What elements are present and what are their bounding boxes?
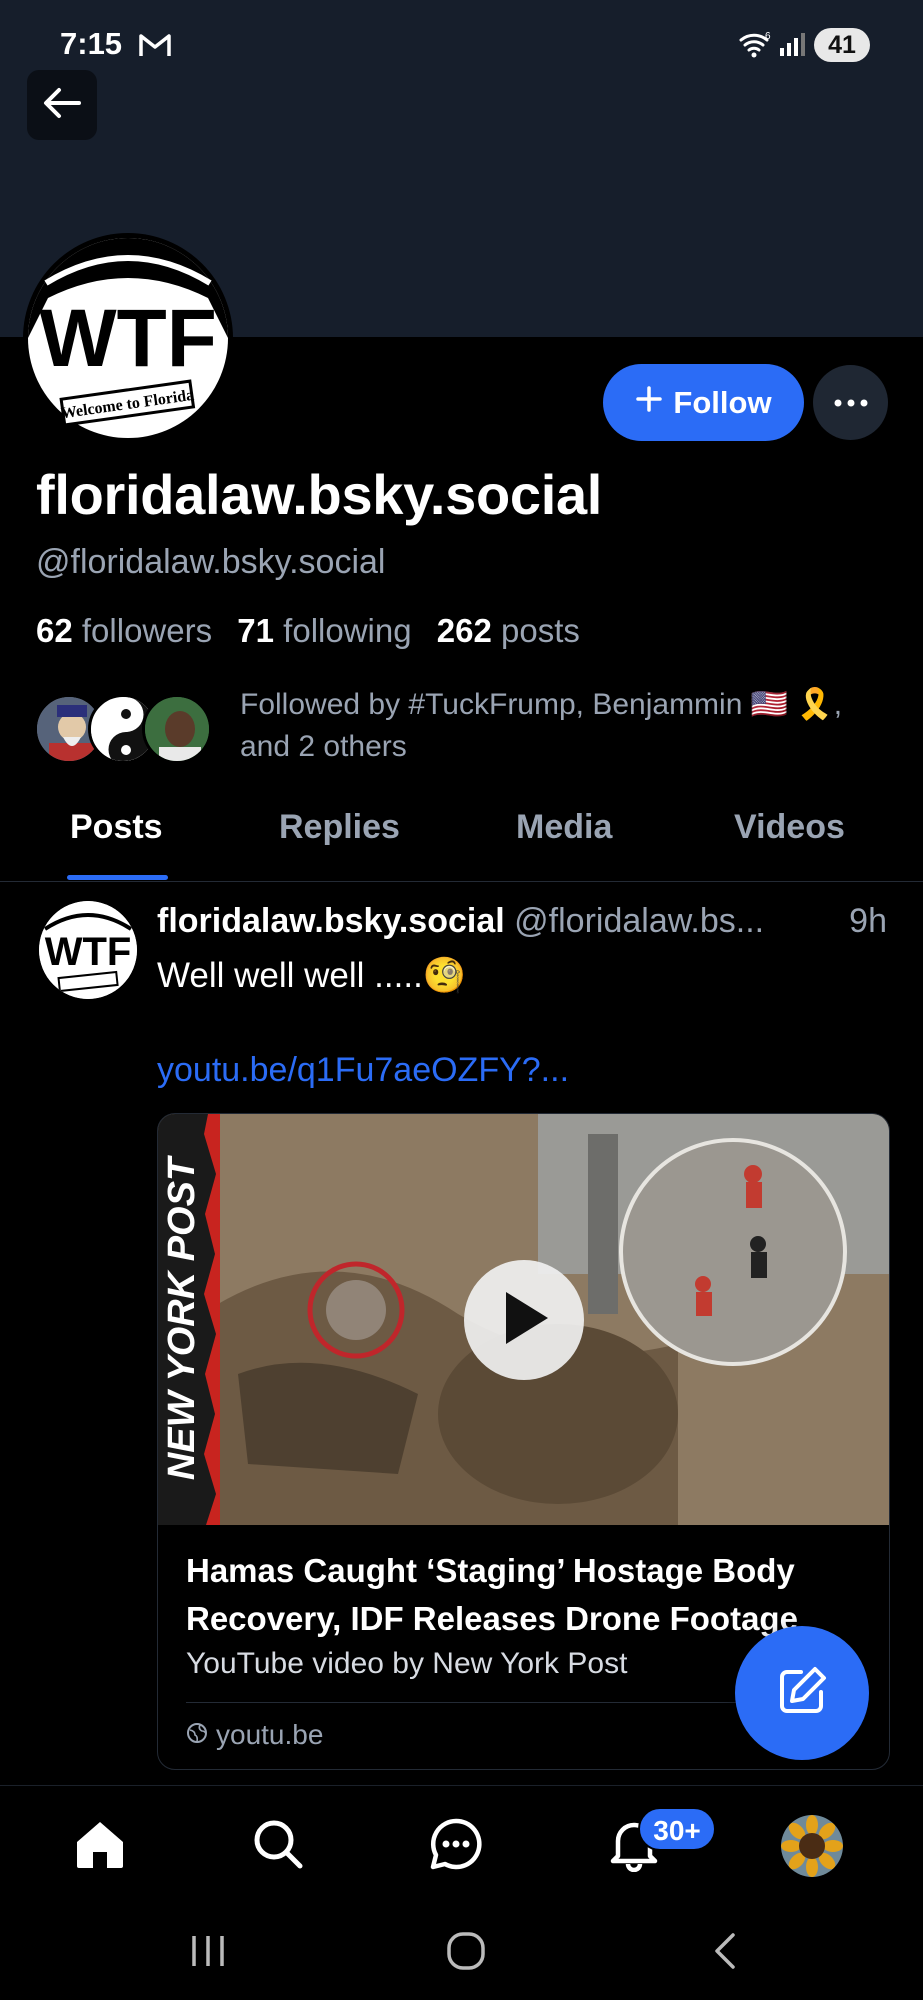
back-system-button[interactable] [694,1923,754,1983]
tab-posts[interactable]: Posts [70,808,163,847]
wifi-icon: 6 [738,30,772,63]
tab-media[interactable]: Media [516,808,612,847]
profile-tabs: Posts Replies Media Videos [0,790,923,882]
user-avatar [781,1815,843,1877]
home-system-button[interactable] [436,1923,496,1983]
notifications-badge: 30+ [638,1807,716,1851]
profile-display-name: floridalaw.bsky.social [36,463,603,526]
ellipsis-icon [834,394,868,412]
profile-stats: 62 followers 71 following 262 posts [36,612,580,650]
following-stat[interactable]: 71 following [237,612,411,649]
plus-icon [635,385,663,421]
profile-avatar[interactable]: WTF Welcome to Florida [23,233,233,443]
post-author-avatar[interactable]: WTF [39,901,137,999]
recent-apps-button[interactable] [178,1923,238,1983]
tab-replies[interactable]: Replies [279,808,400,847]
play-button[interactable] [464,1260,584,1380]
back-button[interactable] [27,70,97,140]
tab-videos[interactable]: Videos [734,808,845,847]
embed-title: Hamas Caught ‘Staging’ Hostage Body Reco… [186,1552,798,1637]
nav-home[interactable] [65,1811,135,1881]
chevron-left-icon [709,1931,739,1976]
embed-domain: youtu.be [186,1719,323,1751]
follow-label: Follow [673,384,772,420]
followed-by-text[interactable]: Followed by #TuckFrump, Benjammin 🇺🇸 🎗️,… [240,684,880,768]
compose-icon [775,1664,829,1723]
active-tab-indicator [67,875,168,880]
follower-avatar [142,694,212,764]
system-navigation-bar [0,1905,923,2000]
more-options-button[interactable] [813,365,888,440]
post-text: Well well well .....🧐 [157,956,467,995]
recent-apps-icon [188,1933,228,1974]
post-header: floridalaw.bsky.social @floridalaw.bs...… [157,902,892,941]
followers-stat[interactable]: 62 followers [36,612,212,649]
chat-icon [428,1816,484,1877]
svg-text:WTF: WTF [45,930,132,974]
avatar-text: WTF [39,293,217,384]
status-bar: 7:15 6 41 [0,0,923,90]
svg-text:6: 6 [765,31,771,42]
compose-post-button[interactable] [735,1626,869,1760]
back-arrow-icon [41,85,83,126]
thumbnail-brand: NEW YORK POST [161,1155,203,1480]
posts-stat: 262 posts [436,612,580,649]
gmail-icon [138,32,172,63]
globe-icon [186,1719,208,1751]
nav-search[interactable] [243,1811,313,1881]
follow-button[interactable]: Follow [603,364,804,441]
post-link[interactable]: youtu.be/q1Fu7aeOZFY?... [157,1051,569,1090]
play-icon [496,1288,552,1353]
known-followers-avatars[interactable] [34,694,214,764]
battery-indicator: 41 [814,28,870,62]
post-author-handle: @floridalaw.bs... [514,902,765,940]
home-icon [72,1816,128,1877]
embed-description: YouTube video by New York Post [186,1647,628,1680]
search-icon [250,1816,306,1877]
profile-handle: @floridalaw.bsky.social [36,543,386,581]
status-time: 7:15 [60,26,123,61]
video-thumbnail[interactable]: NEW YORK POST [158,1114,889,1525]
bottom-navigation: 30+ [0,1785,923,1905]
home-circle-icon [445,1930,487,1977]
nav-profile[interactable] [777,1811,847,1881]
signal-icon [778,30,806,63]
nav-chat[interactable] [421,1811,491,1881]
post-timestamp: 9h [849,902,887,940]
post-author-name[interactable]: floridalaw.bsky.social [157,902,505,940]
